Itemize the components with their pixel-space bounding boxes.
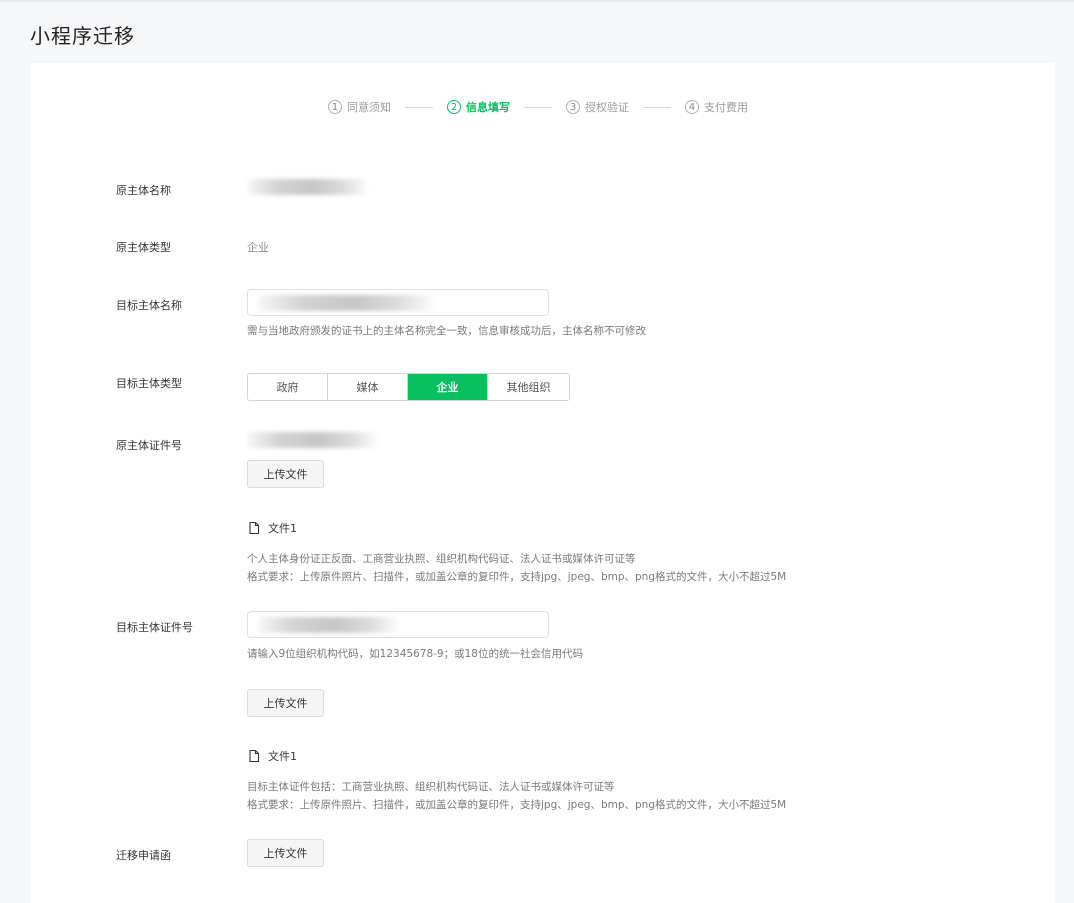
letter-upload-button[interactable]: 上传文件 <box>247 839 324 867</box>
step-label: 信息填写 <box>466 101 510 114</box>
step-number: 1 <box>328 100 342 114</box>
orig-cert-upload-button[interactable]: 上传文件 <box>247 460 324 488</box>
file-icon <box>249 521 260 535</box>
target-cert-upload-button[interactable]: 上传文件 <box>247 689 324 717</box>
step-1: 1 同意须知 <box>328 99 391 115</box>
step-number: 4 <box>685 100 699 114</box>
top-border <box>0 0 1074 2</box>
target-cert-hint: 请输入9位组织机构代码，如12345678-9；或18位的统一社会信用代码 <box>247 648 583 660</box>
target-name-hint: 需与当地政府颁发的证书上的主体名称完全一致，信息审核成功后，主体名称不可修改 <box>247 325 646 337</box>
file-name: 文件1 <box>268 750 297 763</box>
file-icon <box>249 749 260 763</box>
step-label: 授权验证 <box>585 101 629 114</box>
step-indicator: 1 同意须知 2 信息填写 3 授权验证 4 支付费用 <box>328 96 748 118</box>
orig-name-label: 原主体名称 <box>116 184 171 197</box>
type-option-other-org[interactable]: 其他组织 <box>488 374 569 400</box>
orig-type-label: 原主体类型 <box>116 241 171 254</box>
orig-name-redacted <box>247 179 367 195</box>
step-divider <box>643 106 671 108</box>
orig-cert-hint-1: 个人主体身份证正反面、工商营业执照、组织机构代码证、法人证书或媒体许可证等 <box>247 553 636 565</box>
orig-cert-hint-2: 格式要求：上传原件照片、扫描件，或加盖公章的复印件，支持jpg、jpeg、bmp… <box>247 571 787 583</box>
target-cert-file[interactable]: 文件1 <box>247 748 297 764</box>
orig-cert-file[interactable]: 文件1 <box>247 520 297 536</box>
form-card: 1 同意须知 2 信息填写 3 授权验证 4 支付费用 原主体名称 原主体类型 … <box>31 63 1055 903</box>
target-cert-input[interactable] <box>247 611 549 638</box>
step-4: 4 支付费用 <box>685 99 748 115</box>
step-3: 3 授权验证 <box>566 99 629 115</box>
step-number: 3 <box>566 100 580 114</box>
orig-cert-redacted <box>247 432 377 448</box>
target-cert-redacted <box>258 617 398 633</box>
target-cert-hint-1: 目标主体证件包括：工商营业执照、组织机构代码证、法人证书或媒体许可证等 <box>247 781 615 793</box>
page-title: 小程序迁移 <box>30 24 135 48</box>
target-name-input[interactable] <box>247 289 549 316</box>
step-2-active: 2 信息填写 <box>447 99 510 115</box>
type-option-government[interactable]: 政府 <box>248 374 328 400</box>
target-type-selector: 政府 媒体 企业 其他组织 <box>247 373 570 401</box>
orig-cert-label: 原主体证件号 <box>116 439 182 452</box>
orig-type-value: 企业 <box>247 241 269 254</box>
step-number: 2 <box>447 100 461 114</box>
step-label: 同意须知 <box>347 101 391 114</box>
step-label: 支付费用 <box>704 101 748 114</box>
file-name: 文件1 <box>268 522 297 535</box>
target-name-redacted <box>258 295 433 311</box>
type-option-enterprise[interactable]: 企业 <box>408 374 488 400</box>
type-option-media[interactable]: 媒体 <box>328 374 408 400</box>
target-cert-label: 目标主体证件号 <box>116 621 193 634</box>
letter-label: 迁移申请函 <box>116 849 171 862</box>
target-name-label: 目标主体名称 <box>116 299 182 312</box>
step-divider <box>524 106 552 108</box>
target-type-label: 目标主体类型 <box>116 377 182 390</box>
target-cert-hint-2: 格式要求：上传原件照片、扫描件，或加盖公章的复印件，支持jpg、jpeg、bmp… <box>247 799 787 811</box>
step-divider <box>405 106 433 108</box>
